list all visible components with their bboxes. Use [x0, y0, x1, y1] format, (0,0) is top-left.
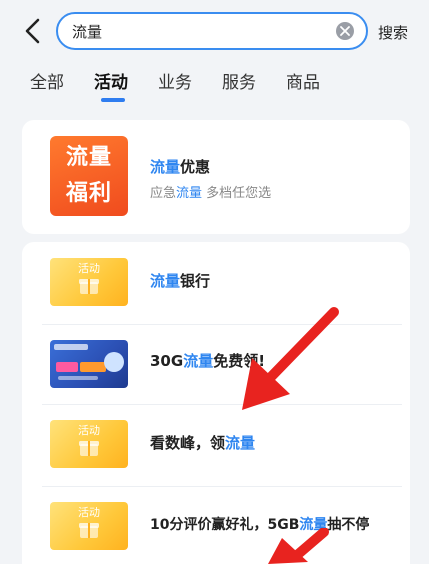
tab-business[interactable]: 业务	[158, 68, 192, 93]
activity-title: 10分评价赢好礼，5GB流量抽不停	[150, 517, 370, 533]
activity-thumbnail	[50, 340, 128, 388]
activity-thumbnail: 活动	[50, 258, 128, 306]
tab-all[interactable]: 全部	[30, 68, 64, 93]
search-input[interactable]	[72, 14, 322, 48]
search-header: 搜索	[0, 0, 429, 62]
gift-icon	[79, 279, 99, 294]
promo-image-text-2: 福利	[65, 181, 112, 206]
divider	[42, 486, 402, 487]
search-button[interactable]: 搜索	[378, 22, 408, 43]
activity-title: 流量银行	[150, 272, 211, 290]
promo-subtitle: 应急流量 多档任您选	[150, 186, 272, 201]
active-tab-indicator	[101, 98, 125, 102]
divider	[42, 404, 402, 405]
promo-title: 流量优惠	[150, 158, 211, 176]
annotation-arrow-icon	[242, 307, 339, 410]
promo-image: 流量 福利	[50, 136, 128, 216]
activity-thumbnail: 活动	[50, 502, 128, 550]
search-box[interactable]	[56, 12, 368, 50]
category-tabs: 全部 活动 业务 服务 商品	[0, 62, 429, 112]
promo-card[interactable]: 流量 福利 流量优惠 应急流量 多档任您选	[22, 120, 410, 234]
promo-image-text-1: 流量	[65, 145, 112, 170]
tab-services[interactable]: 服务	[222, 68, 256, 93]
activity-list-card: 活动 流量银行 30G流量免费领! 活动 看数峰，领流量 活动 10分评价赢好礼…	[22, 242, 410, 564]
tab-products[interactable]: 商品	[286, 68, 320, 93]
tab-activities[interactable]: 活动	[94, 68, 128, 93]
activity-title: 看数峰，领流量	[150, 434, 256, 452]
clear-icon[interactable]	[336, 22, 354, 40]
annotation-arrow-icon-2	[268, 528, 329, 564]
activity-thumbnail: 活动	[50, 420, 128, 468]
gift-icon	[79, 523, 99, 538]
gift-icon	[79, 441, 99, 456]
back-arrow-icon[interactable]	[22, 16, 44, 46]
divider	[42, 324, 402, 325]
